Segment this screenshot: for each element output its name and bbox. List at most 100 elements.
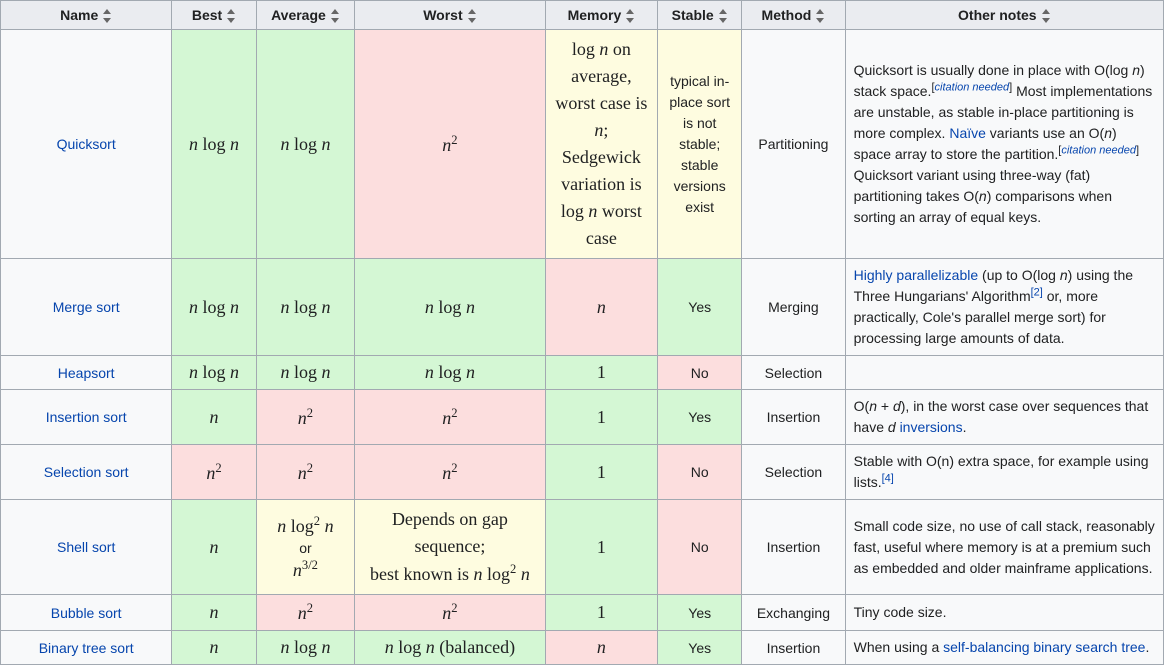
- cell-name: Merge sort: [1, 259, 172, 356]
- table-row: Quicksort n log n n log n n2 log n on av…: [1, 30, 1164, 259]
- binary-tree-sort-link[interactable]: Binary tree sort: [39, 640, 134, 656]
- cell-worst: n log n: [355, 356, 545, 390]
- table-row: Heapsort n log n n log n n log n 1 No Se…: [1, 356, 1164, 390]
- cell-best: n log n: [172, 259, 256, 356]
- cell-best: n: [172, 500, 256, 595]
- citation-needed-link[interactable]: citation needed: [935, 82, 1010, 94]
- cell-notes: Tiny code size.: [845, 595, 1163, 631]
- cell-method: Merging: [742, 259, 845, 356]
- cell-memory: n: [545, 631, 658, 665]
- table-row: Selection sort n2 n2 n2 1 No Selection S…: [1, 445, 1164, 500]
- cell-best: n log n: [172, 30, 256, 259]
- cell-worst: n2: [355, 30, 545, 259]
- cell-name: Bubble sort: [1, 595, 172, 631]
- cell-notes: [845, 356, 1163, 390]
- cell-worst: n2: [355, 445, 545, 500]
- cell-stable: Yes: [658, 595, 742, 631]
- cell-worst: n2: [355, 595, 545, 631]
- table-row: Binary tree sort n n log n n log n (bala…: [1, 631, 1164, 665]
- heapsort-link[interactable]: Heapsort: [58, 365, 115, 381]
- cell-stable: No: [658, 445, 742, 500]
- header-notes[interactable]: Other notes: [845, 1, 1163, 30]
- cell-memory: 1: [545, 595, 658, 631]
- cell-average: n log n: [256, 30, 355, 259]
- sort-icon: [226, 9, 236, 23]
- cell-notes: When using a self-balancing binary searc…: [845, 631, 1163, 665]
- quicksort-link[interactable]: Quicksort: [57, 136, 116, 152]
- header-best[interactable]: Best: [172, 1, 256, 30]
- cell-name: Heapsort: [1, 356, 172, 390]
- cell-method: Selection: [742, 445, 845, 500]
- cell-stable: Yes: [658, 259, 742, 356]
- sort-icon: [625, 9, 635, 23]
- cell-memory: n: [545, 259, 658, 356]
- cell-best: n: [172, 595, 256, 631]
- table-row: Insertion sort n n2 n2 1 Yes Insertion O…: [1, 390, 1164, 445]
- cell-method: Partitioning: [742, 30, 845, 259]
- inversions-link[interactable]: inversions: [900, 419, 963, 435]
- merge-sort-link[interactable]: Merge sort: [53, 299, 120, 315]
- cell-name: Binary tree sort: [1, 631, 172, 665]
- cell-stable: Yes: [658, 631, 742, 665]
- cell-memory: log n on average, worst case is n; Sedge…: [545, 30, 658, 259]
- cell-method: Selection: [742, 356, 845, 390]
- cell-worst: n log n (balanced): [355, 631, 545, 665]
- header-name[interactable]: Name: [1, 1, 172, 30]
- cell-name: Selection sort: [1, 445, 172, 500]
- cell-memory: 1: [545, 500, 658, 595]
- cell-stable: typical in-place sort is not stable; sta…: [658, 30, 742, 259]
- parallelizable-link[interactable]: Highly parallelizable: [854, 267, 979, 283]
- cell-method: Insertion: [742, 631, 845, 665]
- sorting-algorithms-table: Name Best Average Worst Memory Stable Me…: [0, 0, 1164, 665]
- cell-average: n2: [256, 390, 355, 445]
- cell-method: Exchanging: [742, 595, 845, 631]
- sort-icon: [718, 9, 728, 23]
- cell-best: n log n: [172, 356, 256, 390]
- header-method[interactable]: Method: [742, 1, 845, 30]
- cell-stable: No: [658, 356, 742, 390]
- insertion-sort-link[interactable]: Insertion sort: [46, 409, 127, 425]
- cell-notes: Highly parallelizable (up to O(log n) us…: [845, 259, 1163, 356]
- sort-icon: [102, 9, 112, 23]
- sort-icon: [467, 9, 477, 23]
- bubble-sort-link[interactable]: Bubble sort: [51, 605, 122, 621]
- citation-needed-link[interactable]: citation needed: [1061, 145, 1136, 157]
- cell-best: n: [172, 390, 256, 445]
- cell-notes: O(n + d), in the worst case over sequenc…: [845, 390, 1163, 445]
- ref-4-link[interactable]: [4]: [882, 473, 894, 485]
- cell-average: n log n: [256, 259, 355, 356]
- ref-2-link[interactable]: [2]: [1031, 287, 1043, 299]
- cell-name: Insertion sort: [1, 390, 172, 445]
- sort-icon: [1041, 9, 1051, 23]
- cell-method: Insertion: [742, 390, 845, 445]
- self-balancing-bst-link[interactable]: self-balancing binary search tree: [943, 639, 1145, 655]
- shell-sort-link[interactable]: Shell sort: [57, 539, 115, 555]
- table-row: Merge sort n log n n log n n log n n Yes…: [1, 259, 1164, 356]
- header-memory[interactable]: Memory: [545, 1, 658, 30]
- cell-stable: Yes: [658, 390, 742, 445]
- cell-stable: No: [658, 500, 742, 595]
- cell-average: n log n: [256, 356, 355, 390]
- cell-name: Quicksort: [1, 30, 172, 259]
- table-row: Bubble sort n n2 n2 1 Yes Exchanging Tin…: [1, 595, 1164, 631]
- cell-average: n2: [256, 595, 355, 631]
- cell-worst: n log n: [355, 259, 545, 356]
- header-worst[interactable]: Worst: [355, 1, 545, 30]
- cell-notes: Stable with O(n) extra space, for exampl…: [845, 445, 1163, 500]
- cell-average: n log n: [256, 631, 355, 665]
- header-row: Name Best Average Worst Memory Stable Me…: [1, 1, 1164, 30]
- cell-best: n: [172, 631, 256, 665]
- header-average[interactable]: Average: [256, 1, 355, 30]
- selection-sort-link[interactable]: Selection sort: [44, 464, 129, 480]
- cell-average: n2: [256, 445, 355, 500]
- cell-name: Shell sort: [1, 500, 172, 595]
- cell-method: Insertion: [742, 500, 845, 595]
- naive-link[interactable]: Naïve: [949, 125, 986, 141]
- sort-icon: [815, 9, 825, 23]
- cell-notes: Quicksort is usually done in place with …: [845, 30, 1163, 259]
- cell-best: n2: [172, 445, 256, 500]
- sort-icon: [330, 9, 340, 23]
- cell-notes: Small code size, no use of call stack, r…: [845, 500, 1163, 595]
- header-stable[interactable]: Stable: [658, 1, 742, 30]
- cell-worst: Depends on gap sequence; best known is n…: [355, 500, 545, 595]
